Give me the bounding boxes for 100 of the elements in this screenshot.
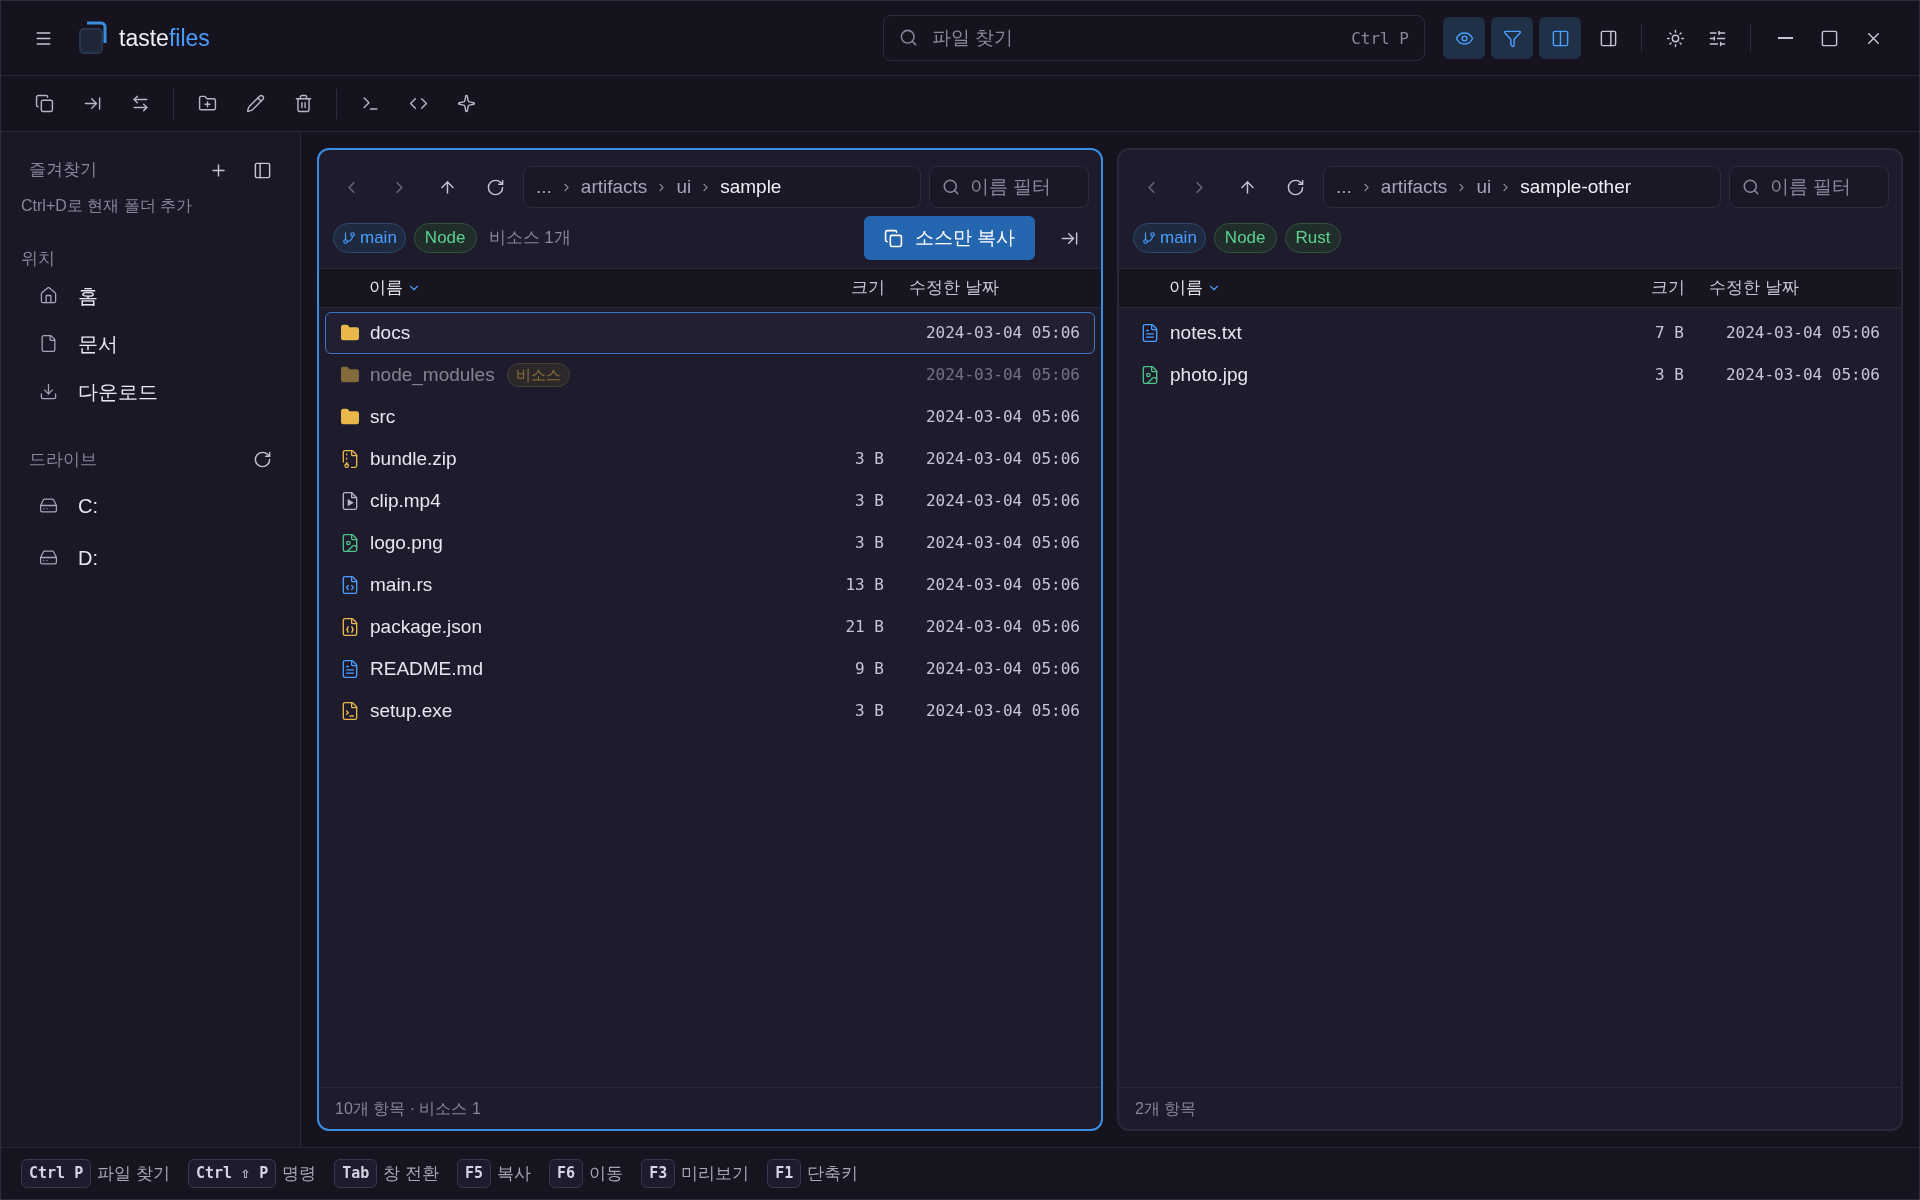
shortcut-key: Tab xyxy=(334,1159,378,1188)
name-column-header[interactable]: 이름 xyxy=(1169,275,1221,301)
section-title: 드라이브 xyxy=(29,448,98,471)
file-date: 2024-03-04 05:06 xyxy=(924,532,1080,554)
file-row[interactable]: main.rs 13 B 2024-03-04 05:06 xyxy=(325,564,1095,606)
shortcut-label: 미리보기 xyxy=(681,1162,750,1185)
breadcrumb-item[interactable]: ui xyxy=(1476,172,1492,202)
theme-icon xyxy=(1665,28,1685,48)
file-row[interactable]: src 2024-03-04 05:06 xyxy=(325,396,1095,438)
file-name: package.json xyxy=(370,614,482,639)
sidebar-item[interactable]: 문서 xyxy=(21,319,280,368)
text-file-icon xyxy=(1140,323,1160,343)
file-name: setup.exe xyxy=(370,698,453,723)
file-name: clip.mp4 xyxy=(370,488,441,513)
breadcrumb-item[interactable]: ... xyxy=(1336,172,1352,202)
file-name: photo.jpg xyxy=(1170,362,1249,387)
tech-tag: Node xyxy=(413,223,477,253)
shortcut-label: 단축키 xyxy=(807,1162,859,1185)
refresh-drives-icon xyxy=(252,450,272,469)
size-column-header[interactable]: 크기 xyxy=(1615,275,1685,301)
date-column-header[interactable]: 수정한 날짜 xyxy=(1685,275,1881,301)
drive-icon xyxy=(39,548,58,567)
shortcut-label: 이동 xyxy=(589,1162,624,1185)
shortcut-key: F6 xyxy=(549,1159,584,1188)
file-size: 3 B xyxy=(854,448,884,470)
copy-source-button[interactable]: 소스만 복사 xyxy=(863,216,1035,260)
file-date: 2024-03-04 05:06 xyxy=(924,490,1080,512)
date-column-header[interactable]: 수정한 날짜 xyxy=(885,275,1081,301)
file-size: 21 B xyxy=(844,616,884,638)
branch-tag: main xyxy=(1133,223,1206,253)
minimize-icon xyxy=(1777,37,1793,39)
breadcrumb-item[interactable]: ... xyxy=(536,172,552,202)
eye-toggle-button[interactable] xyxy=(1443,17,1485,59)
drive-item[interactable]: D: xyxy=(21,533,280,582)
maximize-icon xyxy=(1819,28,1839,48)
copy-icon xyxy=(883,228,903,248)
file-date: 2024-03-04 05:06 xyxy=(924,448,1080,470)
file-name: README.md xyxy=(370,656,483,681)
settings-icon xyxy=(1707,28,1727,48)
sidebar-item[interactable]: 홈 xyxy=(21,271,280,320)
drive-item[interactable]: C: xyxy=(21,481,280,530)
refresh-icon xyxy=(485,177,505,197)
file-row[interactable]: setup.exe 3 B 2024-03-04 05:06 xyxy=(325,690,1095,732)
panel-toggle-icon xyxy=(252,160,272,180)
text-file-icon xyxy=(340,659,360,679)
file-size: 3 B xyxy=(854,490,884,512)
non-source-badge: 비소스 xyxy=(506,362,570,388)
shortcut-key: F5 xyxy=(457,1159,492,1188)
name-filter-field[interactable]: 이름 필터 xyxy=(1729,166,1889,208)
tech-tag: Rust xyxy=(1284,223,1342,253)
branch-tag: main xyxy=(333,223,406,253)
file-row[interactable]: notes.txt 7 B 2024-03-04 05:06 xyxy=(1125,312,1895,354)
breadcrumb-item[interactable]: artifacts xyxy=(1380,172,1448,202)
search-icon xyxy=(1742,178,1760,196)
shortcut-label: 창 전환 xyxy=(383,1162,439,1185)
shortcut-key: Ctrl P xyxy=(21,1159,92,1188)
sidebar-item[interactable]: 다운로드 xyxy=(21,367,280,416)
section-title: 위치 xyxy=(21,248,56,270)
file-size: 7 B xyxy=(1654,322,1684,344)
file-name: logo.png xyxy=(370,530,443,555)
file-pane[interactable] xyxy=(317,148,1103,1131)
video-file-icon xyxy=(340,491,360,511)
file-pane[interactable]: ... artifacts ui sample-other 이름 필터 main Node Rust 이름 크기 수정한 날짜 notes.txt 7 B 2024-03-04 05:06 photo.jpg 3 B 2024-03-04 05:06 2개 항목 xyxy=(1117,148,1903,1131)
move-icon xyxy=(82,94,102,113)
sparkle-icon xyxy=(456,94,476,113)
breadcrumb-item[interactable]: sample xyxy=(720,172,782,202)
file-size: 3 B xyxy=(1654,364,1684,386)
image-file-icon xyxy=(340,533,360,553)
non-source-count: 비소스 1개 xyxy=(488,227,571,250)
file-row[interactable]: package.json 21 B 2024-03-04 05:06 xyxy=(325,606,1095,648)
shortcut-key: Ctrl ⇧ P xyxy=(187,1159,277,1188)
terminal-file-icon xyxy=(340,701,360,721)
file-row[interactable]: docs 2024-03-04 05:06 xyxy=(325,312,1095,354)
file-row[interactable]: logo.png 3 B 2024-03-04 05:06 xyxy=(325,522,1095,564)
file-row[interactable]: clip.mp4 3 B 2024-03-04 05:06 xyxy=(325,480,1095,522)
breadcrumb-item[interactable]: sample-other xyxy=(1520,172,1632,202)
file-name: main.rs xyxy=(370,572,433,597)
shortcut-label: 파일 찾기 xyxy=(97,1162,170,1185)
name-column-header[interactable]: 이름 xyxy=(369,275,421,301)
file-row[interactable]: photo.jpg 3 B 2024-03-04 05:06 xyxy=(1125,354,1895,396)
section-title: 즐겨찾기 xyxy=(29,159,98,182)
terminal-icon xyxy=(360,94,380,113)
size-column-header[interactable]: 크기 xyxy=(815,275,885,301)
name-filter-field[interactable]: 이름 필터 xyxy=(929,166,1089,208)
side-panel-icon xyxy=(1598,28,1618,48)
split-view-button[interactable] xyxy=(1539,17,1581,59)
file-date: 2024-03-04 05:06 xyxy=(924,322,1080,344)
swap-icon xyxy=(130,94,150,113)
file-row[interactable]: bundle.zip 3 B 2024-03-04 05:06 xyxy=(325,438,1095,480)
shortcut-hint: Ctrl P xyxy=(1351,28,1409,50)
download-icon xyxy=(39,382,58,401)
branch-icon xyxy=(1142,231,1156,245)
code-file-icon xyxy=(340,575,360,595)
breadcrumb-item[interactable]: ui xyxy=(676,172,692,202)
filter-toggle-button[interactable] xyxy=(1491,17,1533,59)
file-row[interactable]: README.md 9 B 2024-03-04 05:06 xyxy=(325,648,1095,690)
folder-icon xyxy=(340,407,360,427)
drive-icon xyxy=(39,496,58,515)
file-name: node_modules xyxy=(370,362,495,388)
breadcrumb-item[interactable]: artifacts xyxy=(580,172,648,202)
